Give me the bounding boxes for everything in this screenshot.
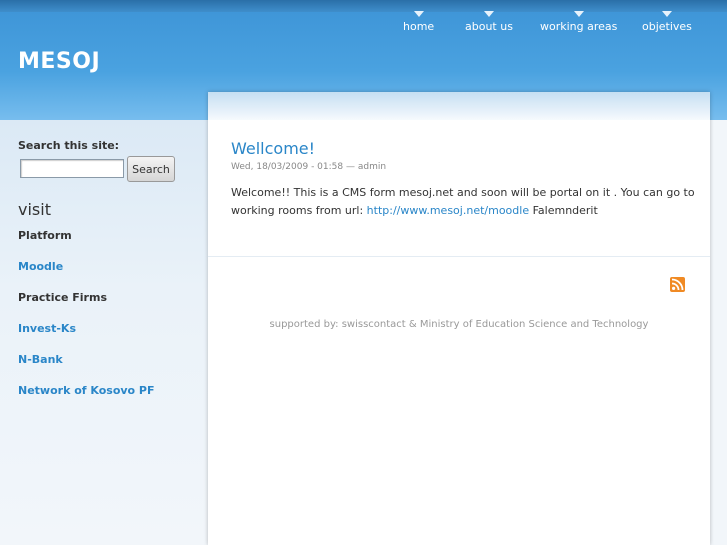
nav-home[interactable]: home [403, 11, 434, 33]
nav-arrow-icon [573, 11, 584, 17]
sidebar-link-moodle[interactable]: Moodle [18, 260, 63, 273]
right-margin [710, 120, 727, 545]
search-input[interactable] [20, 159, 124, 178]
nav-objetives-label[interactable]: objetives [642, 20, 692, 33]
sidebar-link-practice-firms[interactable]: Practice Firms [18, 291, 107, 304]
post-body: Welcome!! This is a CMS form mesoj.net a… [231, 184, 696, 220]
post-body-closing: Falemnderit [529, 204, 598, 217]
primary-nav: home about us working areas objetives [0, 0, 727, 40]
nav-about-us[interactable]: about us [465, 11, 513, 33]
moodle-url-link[interactable]: http://www.mesoj.net/moodle [367, 204, 529, 217]
site-title[interactable]: MESOJ [18, 49, 100, 74]
post-title[interactable]: Wellcome! [231, 139, 315, 158]
sidebar-link-platform[interactable]: Platform [18, 229, 72, 242]
search-button[interactable]: Search [127, 156, 175, 182]
sidebar-link-network-of-kosovo-pf[interactable]: Network of Kosovo PF [18, 384, 155, 397]
nav-objetives[interactable]: objetives [642, 11, 692, 33]
nav-arrow-icon [661, 11, 672, 17]
sidebar-link-invest-ks[interactable]: Invest-Ks [18, 322, 76, 335]
nav-arrow-icon [413, 11, 424, 17]
nav-about-us-label[interactable]: about us [465, 20, 513, 33]
rss-icon[interactable] [670, 277, 685, 292]
footer-text: supported by: swisscontact & Ministry of… [269, 319, 649, 330]
divider [208, 256, 710, 257]
nav-arrow-icon [483, 11, 494, 17]
nav-working-areas[interactable]: working areas [540, 11, 617, 33]
panel-header-band [208, 92, 710, 120]
nav-home-label[interactable]: home [403, 20, 434, 33]
visit-heading: visit [18, 200, 51, 219]
sidebar-link-n-bank[interactable]: N-Bank [18, 353, 63, 366]
content-panel: Wellcome! Wed, 18/03/2009 - 01:58 — admi… [208, 92, 710, 545]
post-meta: Wed, 18/03/2009 - 01:58 — admin [231, 162, 387, 172]
nav-working-areas-label[interactable]: working areas [540, 20, 617, 33]
search-label: Search this site: [18, 139, 120, 152]
